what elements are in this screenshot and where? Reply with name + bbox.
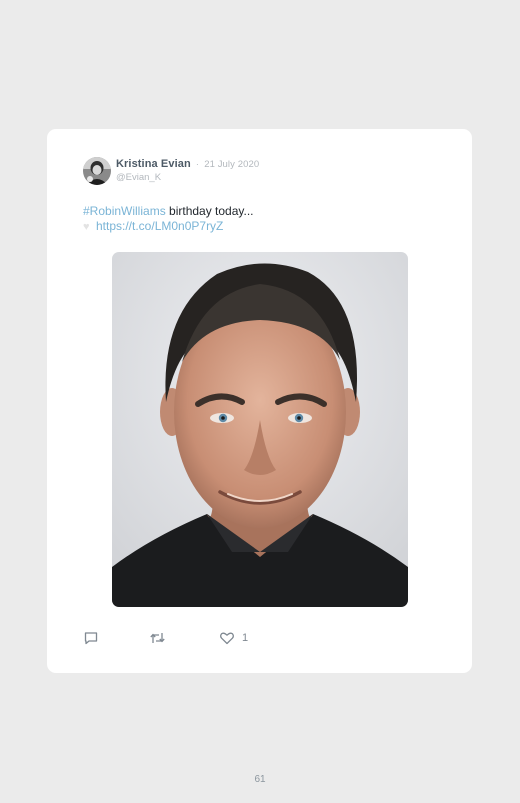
tweet-card: Kristina Evian · 21 July 2020 @Evian_K #…	[47, 129, 472, 673]
separator: ·	[195, 159, 200, 169]
page-number: 61	[254, 774, 266, 785]
reply-icon	[84, 632, 98, 645]
tweet-body: birthday today...	[165, 204, 254, 218]
like-button[interactable]: 1	[219, 629, 248, 647]
reply-button[interactable]	[83, 629, 99, 647]
retweet-button[interactable]	[149, 629, 166, 647]
hashtag-link[interactable]: #RobinWilliams	[83, 204, 166, 218]
heart-icon	[220, 632, 234, 645]
tweet-link[interactable]: https://t.co/LM0n0P7ryZ	[96, 219, 223, 233]
tweet-line-1: #RobinWilliams birthday today...	[83, 204, 254, 219]
retweet-icon	[150, 633, 165, 643]
tweet-actions: 1	[83, 629, 283, 647]
author-name[interactable]: Kristina Evian	[116, 158, 191, 170]
like-count: 1	[242, 632, 249, 644]
tweet-line-2: ♥ https://t.co/LM0n0P7ryZ	[83, 219, 254, 235]
avatar-image	[83, 157, 111, 185]
tweet-photo[interactable]	[112, 252, 408, 607]
portrait-photo	[112, 252, 408, 607]
tweet-date[interactable]: 21 July 2020	[204, 159, 259, 170]
tweet-text: #RobinWilliams birthday today... ♥ https:…	[83, 204, 254, 235]
author-line: Kristina Evian · 21 July 2020	[116, 158, 259, 170]
author-handle[interactable]: @Evian_K	[116, 172, 161, 183]
white-heart-icon: ♥	[83, 221, 90, 233]
avatar[interactable]	[83, 157, 111, 185]
